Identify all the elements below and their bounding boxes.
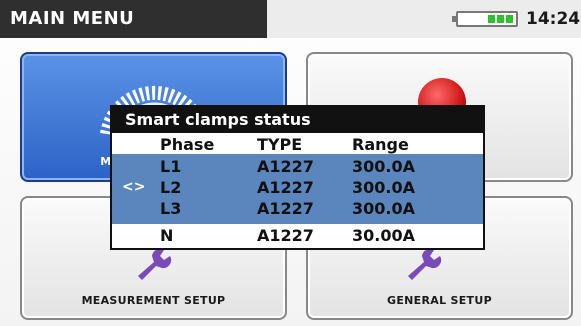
dialog-title: Smart clamps status bbox=[112, 107, 483, 133]
battery-icon bbox=[452, 11, 518, 27]
row-type: A1227 bbox=[257, 178, 314, 197]
title-box: MAIN MENU bbox=[0, 0, 267, 38]
row-phase: L2 bbox=[160, 178, 182, 197]
selection-cursor: <> bbox=[122, 179, 146, 195]
battery-level bbox=[488, 15, 514, 23]
row-range: 30.00A bbox=[352, 226, 415, 245]
row-phase: L3 bbox=[160, 199, 182, 218]
page-title: MAIN MENU bbox=[10, 8, 135, 29]
column-header-range: Range bbox=[352, 135, 409, 154]
row-type: A1227 bbox=[257, 199, 314, 218]
row-phase: L1 bbox=[160, 157, 182, 176]
row-range: 300.0A bbox=[352, 157, 415, 176]
column-header-phase: Phase bbox=[160, 135, 215, 154]
wrench-icon bbox=[138, 248, 172, 280]
header-bar: MAIN MENU 14:24 bbox=[0, 0, 581, 38]
row-range: 300.0A bbox=[352, 199, 415, 218]
column-header-type: TYPE bbox=[257, 135, 303, 154]
tile-label: GENERAL SETUP bbox=[387, 294, 492, 307]
row-type: A1227 bbox=[257, 157, 314, 176]
row-phase: N bbox=[160, 226, 174, 245]
row-type: A1227 bbox=[257, 226, 314, 245]
tile-label: MEASUREMENT SETUP bbox=[81, 294, 226, 307]
clock: 14:24 bbox=[526, 9, 581, 29]
smart-clamps-dialog: Smart clamps status Phase TYPE Range <> … bbox=[110, 105, 485, 250]
wrench-icon bbox=[408, 248, 442, 280]
row-range: 300.0A bbox=[352, 178, 415, 197]
